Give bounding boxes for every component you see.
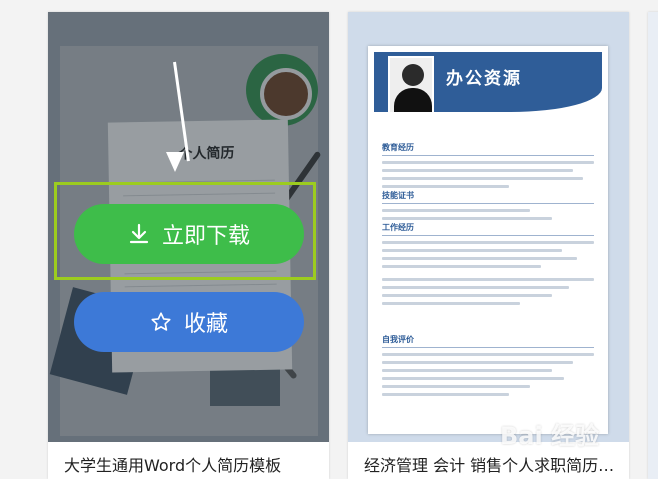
resume-section-title: 工作经历 (382, 222, 594, 236)
download-button[interactable]: 立即下载 (74, 204, 304, 264)
favorite-button[interactable]: 收藏 (74, 292, 304, 352)
template-title[interactable]: 大学生通用Word个人简历模板 (64, 452, 324, 476)
baidu-watermark: Bai 经验 (500, 422, 600, 450)
template-card-2[interactable]: 办公资源 教育经历 技能证书 工作经历 自我评价 经济管理 会计 销售个人求职简… (348, 12, 629, 479)
resume-section: 教育经历 (382, 142, 594, 188)
download-button-label: 立即下载 (161, 223, 250, 248)
resume-photo (388, 56, 434, 114)
template-preview-2: 办公资源 教育经历 技能证书 工作经历 自我评价 (348, 12, 629, 442)
resume-preview: 办公资源 教育经历 技能证书 工作经历 自我评价 (368, 46, 608, 434)
resume-heading: 办公资源 (446, 69, 522, 89)
template-card-3-partial[interactable] (648, 12, 658, 479)
resume-section: 技能证书 (382, 190, 594, 220)
resume-section-title: 自我评价 (382, 334, 594, 348)
download-icon (128, 223, 150, 245)
annotation-arrow-head (166, 152, 184, 172)
resume-section-title: 教育经历 (382, 142, 594, 156)
star-outline-icon (150, 311, 172, 333)
template-card-1[interactable]: 个人简历 立即下载 收藏 大学生通用Word个人简历模板 (48, 12, 329, 479)
resume-section: 工作经历 (382, 222, 594, 305)
resume-section: 自我评价 (382, 334, 594, 396)
template-preview-1: 个人简历 立即下载 收藏 (48, 12, 329, 442)
favorite-button-label: 收藏 (183, 311, 228, 336)
resume-section-title: 技能证书 (382, 190, 594, 204)
template-title[interactable]: 经济管理 会计 销售个人求职简历… (364, 452, 624, 476)
